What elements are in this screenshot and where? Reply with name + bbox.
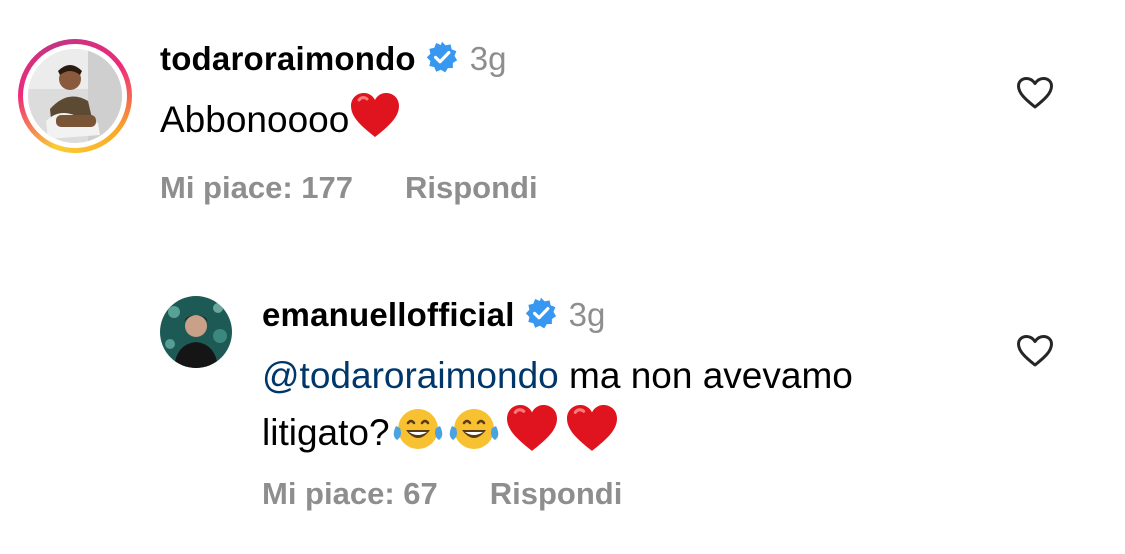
avatar[interactable]	[28, 49, 122, 143]
likes-count[interactable]: Mi piace: 67	[262, 476, 438, 512]
timestamp[interactable]: 3g	[470, 40, 507, 78]
likes-count[interactable]: Mi piace: 177	[160, 170, 353, 206]
timestamp[interactable]: 3g	[569, 296, 606, 334]
like-heart-icon[interactable]	[1016, 76, 1054, 115]
username[interactable]: todaroraimondo	[160, 40, 416, 78]
red-heart-icon	[502, 404, 562, 466]
avatar[interactable]	[160, 296, 232, 368]
story-ring[interactable]	[18, 39, 132, 153]
like-heart-icon[interactable]	[1016, 334, 1054, 373]
red-heart-icon	[349, 92, 401, 152]
comment-text: Abbonoooo	[160, 92, 401, 152]
comment-emanuellofficial: emanuellofficial 3g @todaroraimondo ma n…	[0, 260, 1125, 550]
tears-of-joy-icon	[446, 404, 502, 466]
tears-of-joy-icon	[390, 404, 446, 466]
verified-badge-icon	[426, 41, 458, 78]
username[interactable]: emanuellofficial	[262, 296, 515, 334]
comment-todaroraimondo: todaroraimondo 3g Abbonoooo Mi piace: 17…	[0, 0, 1125, 240]
verified-badge-icon	[525, 297, 557, 334]
mention-link[interactable]: @todaroraimondo	[262, 355, 559, 396]
red-heart-icon	[562, 404, 622, 466]
reply-button[interactable]: Rispondi	[490, 476, 623, 512]
reply-button[interactable]: Rispondi	[405, 170, 538, 206]
comment-text: @todaroraimondo ma non avevamo litigato?	[262, 352, 853, 466]
